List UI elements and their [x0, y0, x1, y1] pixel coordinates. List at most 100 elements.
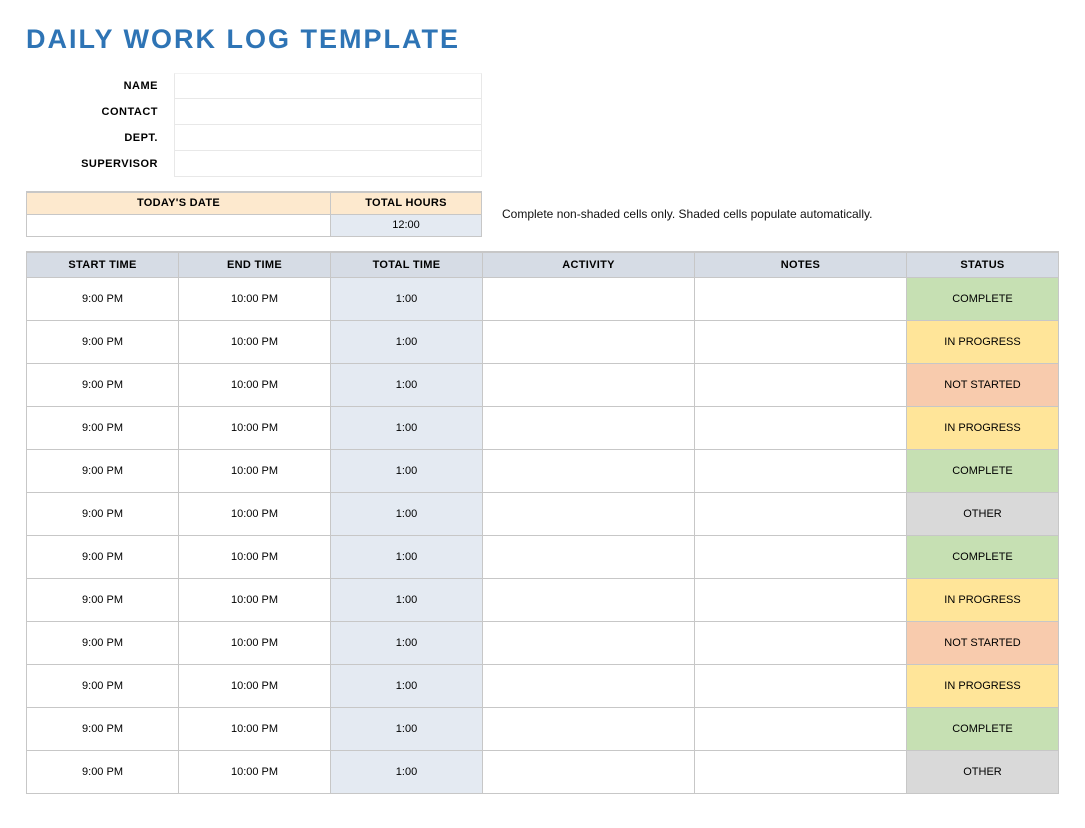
status-cell[interactable]: IN PROGRESS: [907, 407, 1059, 450]
start-time-cell[interactable]: 9:00 PM: [27, 364, 179, 407]
notes-cell[interactable]: [695, 665, 907, 708]
total-time-cell: 1:00: [331, 321, 483, 364]
start-time-cell[interactable]: 9:00 PM: [27, 751, 179, 794]
end-time-cell[interactable]: 10:00 PM: [179, 622, 331, 665]
table-row: 9:00 PM10:00 PM1:00 OTHER: [27, 751, 1059, 794]
table-row: 9:00 PM10:00 PM1:00 COMPLETE: [27, 536, 1059, 579]
end-time-cell[interactable]: 10:00 PM: [179, 278, 331, 321]
activity-cell[interactable]: [483, 536, 695, 579]
start-time-cell[interactable]: 9:00 PM: [27, 536, 179, 579]
total-time-cell: 1:00: [331, 622, 483, 665]
col-notes-header: NOTES: [695, 252, 907, 278]
notes-cell[interactable]: [695, 493, 907, 536]
end-time-cell[interactable]: 10:00 PM: [179, 364, 331, 407]
activity-cell[interactable]: [483, 407, 695, 450]
activity-cell[interactable]: [483, 493, 695, 536]
name-field[interactable]: [174, 73, 482, 99]
end-time-cell[interactable]: 10:00 PM: [179, 493, 331, 536]
start-time-cell[interactable]: 9:00 PM: [27, 407, 179, 450]
status-cell[interactable]: OTHER: [907, 493, 1059, 536]
activity-cell[interactable]: [483, 579, 695, 622]
activity-cell[interactable]: [483, 708, 695, 751]
table-row: 9:00 PM10:00 PM1:00 IN PROGRESS: [27, 579, 1059, 622]
dept-field[interactable]: [174, 125, 482, 151]
summary-table: TODAY'S DATE TOTAL HOURS 12:00: [26, 191, 482, 237]
summary-hours-cell: 12:00: [331, 214, 482, 236]
activity-cell[interactable]: [483, 665, 695, 708]
notes-cell[interactable]: [695, 364, 907, 407]
notes-cell[interactable]: [695, 321, 907, 364]
instructions-text: Complete non-shaded cells only. Shaded c…: [502, 207, 872, 221]
notes-cell[interactable]: [695, 450, 907, 493]
total-time-cell: 1:00: [331, 751, 483, 794]
total-time-cell: 1:00: [331, 708, 483, 751]
status-cell[interactable]: COMPLETE: [907, 278, 1059, 321]
notes-cell[interactable]: [695, 751, 907, 794]
status-cell[interactable]: IN PROGRESS: [907, 321, 1059, 364]
status-cell[interactable]: COMPLETE: [907, 708, 1059, 751]
col-start-header: START TIME: [27, 252, 179, 278]
col-end-header: END TIME: [179, 252, 331, 278]
status-cell[interactable]: OTHER: [907, 751, 1059, 794]
info-block: NAME CONTACT DEPT. SUPERVISOR: [26, 73, 482, 177]
notes-cell[interactable]: [695, 708, 907, 751]
table-row: 9:00 PM10:00 PM1:00 COMPLETE: [27, 708, 1059, 751]
total-time-cell: 1:00: [331, 536, 483, 579]
contact-field[interactable]: [174, 99, 482, 125]
end-time-cell[interactable]: 10:00 PM: [179, 536, 331, 579]
end-time-cell[interactable]: 10:00 PM: [179, 751, 331, 794]
notes-cell[interactable]: [695, 407, 907, 450]
end-time-cell[interactable]: 10:00 PM: [179, 579, 331, 622]
activity-cell[interactable]: [483, 450, 695, 493]
start-time-cell[interactable]: 9:00 PM: [27, 665, 179, 708]
table-row: 9:00 PM10:00 PM1:00COMPLETE: [27, 450, 1059, 493]
activity-cell[interactable]: [483, 364, 695, 407]
dept-label: DEPT.: [26, 132, 174, 144]
status-cell[interactable]: NOT STARTED: [907, 364, 1059, 407]
notes-cell[interactable]: [695, 622, 907, 665]
start-time-cell[interactable]: 9:00 PM: [27, 622, 179, 665]
activity-cell[interactable]: [483, 278, 695, 321]
notes-cell[interactable]: [695, 536, 907, 579]
summary-date-cell[interactable]: [27, 214, 331, 236]
status-cell[interactable]: IN PROGRESS: [907, 579, 1059, 622]
total-time-cell: 1:00: [331, 364, 483, 407]
end-time-cell[interactable]: 10:00 PM: [179, 321, 331, 364]
summary-hours-header: TOTAL HOURS: [331, 192, 482, 214]
start-time-cell[interactable]: 9:00 PM: [27, 708, 179, 751]
table-row: 9:00 PM10:00 PM1:00IN PROGRESS: [27, 407, 1059, 450]
contact-label: CONTACT: [26, 106, 174, 118]
end-time-cell[interactable]: 10:00 PM: [179, 665, 331, 708]
name-label: NAME: [26, 80, 174, 92]
start-time-cell[interactable]: 9:00 PM: [27, 493, 179, 536]
end-time-cell[interactable]: 10:00 PM: [179, 708, 331, 751]
status-cell[interactable]: COMPLETE: [907, 536, 1059, 579]
start-time-cell[interactable]: 9:00 PM: [27, 579, 179, 622]
status-cell[interactable]: COMPLETE: [907, 450, 1059, 493]
table-row: 9:00 PM10:00 PM1:00 IN PROGRESS: [27, 321, 1059, 364]
col-activity-header: ACTIVITY: [483, 252, 695, 278]
start-time-cell[interactable]: 9:00 PM: [27, 278, 179, 321]
end-time-cell[interactable]: 10:00 PM: [179, 450, 331, 493]
summary-date-header: TODAY'S DATE: [27, 192, 331, 214]
end-time-cell[interactable]: 10:00 PM: [179, 407, 331, 450]
start-time-cell[interactable]: 9:00 PM: [27, 450, 179, 493]
table-row: 9:00 PM10:00 PM1:00 NOT STARTED: [27, 364, 1059, 407]
table-row: 9:00 PM10:00 PM1:00OTHER: [27, 493, 1059, 536]
col-total-header: TOTAL TIME: [331, 252, 483, 278]
table-row: 9:00 PM10:00 PM1:00 NOT STARTED: [27, 622, 1059, 665]
status-cell[interactable]: NOT STARTED: [907, 622, 1059, 665]
activity-cell[interactable]: [483, 622, 695, 665]
table-row: 9:00 PM10:00 PM1:00 IN PROGRESS: [27, 665, 1059, 708]
notes-cell[interactable]: [695, 579, 907, 622]
activity-cell[interactable]: [483, 751, 695, 794]
total-time-cell: 1:00: [331, 579, 483, 622]
supervisor-field[interactable]: [174, 151, 482, 177]
col-status-header: STATUS: [907, 252, 1059, 278]
activity-cell[interactable]: [483, 321, 695, 364]
log-table: START TIME END TIME TOTAL TIME ACTIVITY …: [26, 251, 1059, 795]
total-time-cell: 1:00: [331, 665, 483, 708]
notes-cell[interactable]: [695, 278, 907, 321]
status-cell[interactable]: IN PROGRESS: [907, 665, 1059, 708]
start-time-cell[interactable]: 9:00 PM: [27, 321, 179, 364]
